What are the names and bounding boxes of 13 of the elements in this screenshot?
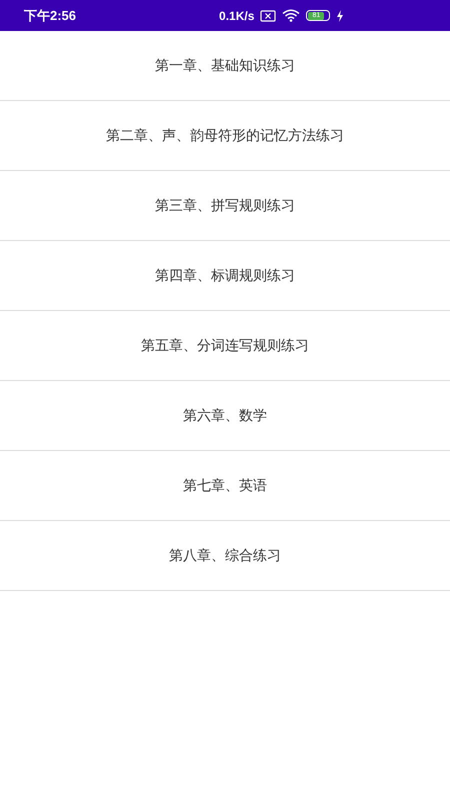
wifi-icon [282, 9, 300, 22]
chapter-item[interactable]: 第六章、数学 [0, 381, 450, 451]
chapter-item[interactable]: 第八章、综合练习 [0, 521, 450, 591]
chapter-item[interactable]: 第二章、声、韵母符形的记忆方法练习 [0, 101, 450, 171]
status-time: 下午2:56 [24, 6, 76, 24]
no-sim-icon [260, 10, 276, 22]
chapter-item[interactable]: 第一章、基础知识练习 [0, 31, 450, 101]
chapter-item[interactable]: 第三章、拼写规则练习 [0, 171, 450, 241]
chapter-item[interactable]: 第七章、英语 [0, 451, 450, 521]
network-speed: 0.1K/s [219, 8, 254, 22]
charging-icon [336, 10, 344, 22]
chapter-item[interactable]: 第四章、标调规则练习 [0, 241, 450, 311]
chapter-item[interactable]: 第五章、分词连写规则练习 [0, 311, 450, 381]
